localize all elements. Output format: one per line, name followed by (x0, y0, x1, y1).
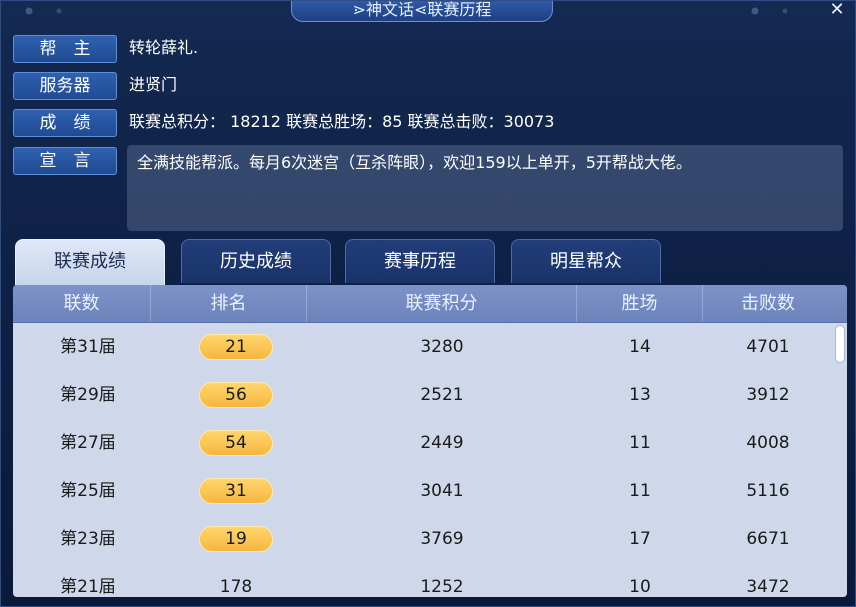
tab-star-members[interactable]: 明星帮众 (511, 239, 661, 283)
defeats-cell: 5116 (746, 481, 790, 501)
close-button-label: ✕ (829, 0, 845, 20)
col-points: 联赛积分 (307, 285, 577, 322)
wins-cell: 10 (629, 577, 651, 597)
tab-league-results[interactable]: 联赛成绩 (15, 239, 165, 285)
season-cell: 第31届 (60, 337, 116, 357)
achievements-value: 联赛总积分： 18212 联赛总胜场：85 联赛总击败：30073 (129, 112, 555, 131)
rank-badge: 54 (199, 430, 273, 456)
table-row[interactable]: 第21届 178 1252 10 3472 (13, 563, 831, 597)
server-value: 进贤门 (129, 75, 178, 94)
wins-cell: 13 (629, 385, 651, 405)
corner-ornament-right (735, 1, 815, 21)
table-body: 第31届 21 3280 14 4701 第29届 56 2521 13 391… (13, 323, 831, 597)
points-cell: 3769 (420, 529, 464, 549)
table-scrollbar[interactable] (833, 323, 847, 597)
points-cell: 1252 (420, 577, 464, 597)
table-row[interactable]: 第23届 19 3769 17 6671 (13, 515, 831, 563)
defeats-cell: 3472 (746, 577, 790, 597)
col-rank: 排名 (151, 285, 307, 322)
rank-badge: 31 (199, 478, 273, 504)
table-header: 联数 排名 联赛积分 胜场 击败数 (13, 285, 847, 323)
points-cell: 3280 (420, 337, 464, 357)
wins-cell: 11 (629, 481, 651, 501)
window-title: ⋗神文话⋖联赛历程 (291, 1, 553, 22)
rank-cell: 178 (219, 577, 253, 597)
declaration-text: 全满技能帮派。每月6次迷宫（互杀阵眼），欢迎159以上单开，5开帮战大佬。 (127, 145, 843, 231)
col-defeats: 击败数 (741, 293, 795, 314)
points-cell: 3041 (420, 481, 464, 501)
col-wins: 胜场 (577, 285, 703, 322)
rank-badge: 19 (199, 526, 273, 552)
tab-history-results[interactable]: 历史成绩 (181, 239, 331, 283)
tab-match-history[interactable]: 赛事历程 (345, 239, 495, 283)
window-title-text: ⋗神文话⋖联赛历程 (352, 0, 492, 19)
table-row[interactable]: 第27届 54 2449 11 4008 (13, 419, 831, 467)
season-cell: 第21届 (60, 577, 116, 597)
table-row[interactable]: 第25届 31 3041 11 5116 (13, 467, 831, 515)
col-season: 联数 (13, 285, 151, 322)
wins-cell: 17 (629, 529, 651, 549)
table-row[interactable]: 第31届 21 3280 14 4701 (13, 323, 831, 371)
leader-value: 转轮薛礼. (129, 38, 199, 57)
wins-cell: 14 (629, 337, 651, 357)
defeats-cell: 3912 (746, 385, 790, 405)
close-icon[interactable]: ✕ (823, 1, 851, 19)
points-cell: 2449 (420, 433, 464, 453)
rank-badge: 56 (199, 382, 273, 408)
season-cell: 第29届 (60, 385, 116, 405)
defeats-cell: 4701 (746, 337, 790, 357)
wins-cell: 11 (629, 433, 651, 453)
rank-badge: 21 (199, 334, 273, 360)
server-label: 服务器 (13, 72, 117, 100)
season-cell: 第23届 (60, 529, 116, 549)
points-cell: 2521 (420, 385, 464, 405)
scroll-thumb[interactable] (835, 325, 845, 363)
table-row[interactable]: 第29届 56 2521 13 3912 (13, 371, 831, 419)
achievements-label: 成 绩 (13, 109, 117, 137)
season-cell: 第25届 (60, 481, 116, 501)
declaration-label: 宣 言 (13, 147, 117, 175)
league-history-window: ⋗神文话⋖联赛历程 ✕ 帮 主 转轮薛礼. 服务器 进贤门 成 绩 联赛总积分：… (0, 0, 856, 607)
corner-ornament-left (9, 1, 89, 21)
results-table: 联数 排名 联赛积分 胜场 击败数 第31届 21 3280 14 4701 第… (13, 285, 847, 597)
leader-label: 帮 主 (13, 35, 117, 63)
defeats-cell: 6671 (746, 529, 790, 549)
season-cell: 第27届 (60, 433, 116, 453)
defeats-cell: 4008 (746, 433, 790, 453)
